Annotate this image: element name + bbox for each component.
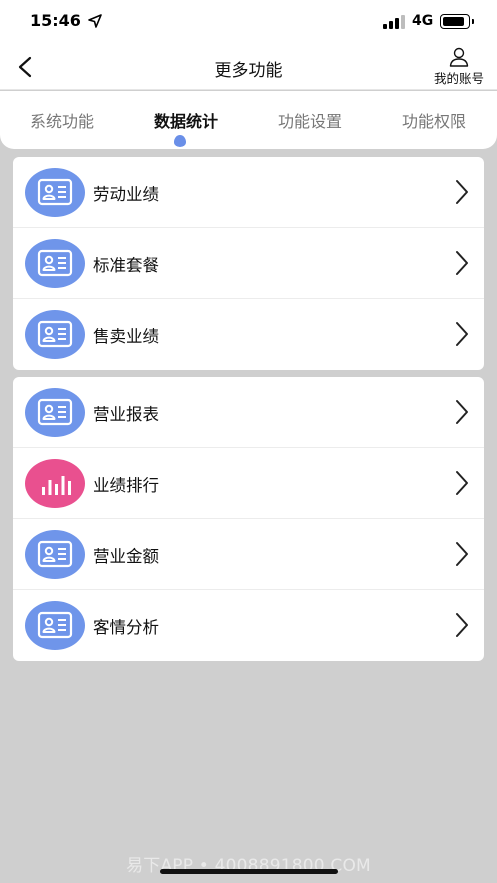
menu-row-label: 业绩排行 bbox=[93, 476, 159, 495]
network-type: 4G bbox=[412, 13, 434, 29]
tab-bar: 系统功能 数据统计 功能设置 功能权限 bbox=[0, 91, 497, 149]
tab-function-permissions[interactable]: 功能权限 bbox=[372, 108, 496, 132]
chevron-right-icon bbox=[456, 251, 468, 275]
menu-row-label: 劳动业绩 bbox=[93, 185, 159, 204]
tab-system-functions[interactable]: 系统功能 bbox=[0, 108, 124, 132]
signal-icon bbox=[383, 15, 405, 29]
chevron-right-icon bbox=[456, 471, 468, 495]
my-account-button[interactable]: 我的账号 bbox=[424, 46, 494, 88]
chevron-right-icon bbox=[456, 613, 468, 637]
battery-cap bbox=[472, 19, 474, 24]
tab-function-settings[interactable]: 功能设置 bbox=[248, 108, 372, 132]
id-card-icon bbox=[25, 530, 85, 579]
battery-icon bbox=[440, 14, 470, 29]
location-arrow-icon bbox=[88, 14, 102, 28]
id-card-icon bbox=[25, 239, 85, 288]
menu-row-label: 客情分析 bbox=[93, 618, 159, 637]
status-time: 15:46 bbox=[30, 11, 81, 30]
chevron-right-icon bbox=[456, 180, 468, 204]
menu-card-1: 劳动业绩 标准套餐 售卖业绩 bbox=[13, 157, 484, 370]
menu-row-label: 营业金额 bbox=[93, 547, 159, 566]
chevron-right-icon bbox=[456, 322, 468, 346]
menu-row-performance-ranking[interactable]: 业绩排行 bbox=[13, 448, 484, 519]
id-card-icon bbox=[25, 601, 85, 650]
chevron-right-icon bbox=[456, 400, 468, 424]
chevron-right-icon bbox=[456, 542, 468, 566]
menu-row-business-report[interactable]: 营业报表 bbox=[13, 377, 484, 448]
active-tab-indicator bbox=[174, 135, 186, 147]
my-account-label: 我的账号 bbox=[433, 71, 484, 86]
menu-row-labor-performance[interactable]: 劳动业绩 bbox=[13, 157, 484, 228]
tab-data-statistics[interactable]: 数据统计 bbox=[124, 108, 248, 132]
menu-row-label: 售卖业绩 bbox=[93, 327, 159, 346]
page-title: 更多功能 bbox=[214, 61, 283, 81]
id-card-icon bbox=[25, 310, 85, 359]
menu-row-label: 营业报表 bbox=[93, 405, 159, 424]
menu-row-business-amount[interactable]: 营业金额 bbox=[13, 519, 484, 590]
menu-row-customer-analysis[interactable]: 客情分析 bbox=[13, 590, 484, 661]
bar-chart-icon bbox=[25, 459, 85, 508]
id-card-icon bbox=[25, 168, 85, 217]
home-indicator bbox=[160, 869, 338, 874]
user-icon bbox=[449, 47, 469, 67]
menu-row-sales-performance[interactable]: 售卖业绩 bbox=[13, 299, 484, 370]
menu-card-2: 营业报表 业绩排行 营业金额 客情分析 bbox=[13, 377, 484, 661]
nav-bar: 更多功能 我的账号 bbox=[0, 44, 497, 90]
status-bar: 15:46 4G bbox=[0, 0, 497, 44]
menu-row-label: 标准套餐 bbox=[93, 256, 159, 275]
menu-row-standard-package[interactable]: 标准套餐 bbox=[13, 228, 484, 299]
id-card-icon bbox=[25, 388, 85, 437]
